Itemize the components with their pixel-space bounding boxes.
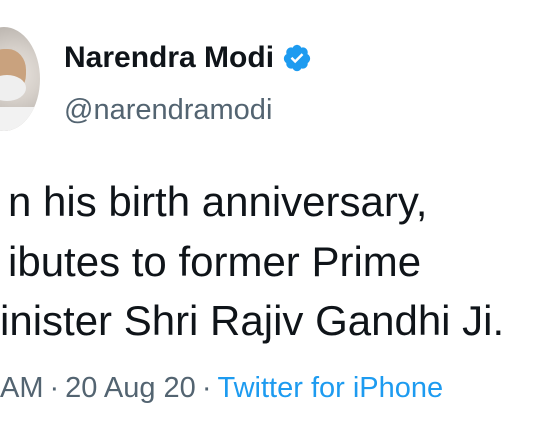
tweet-text-line-2: ibutes to former Prime bbox=[8, 238, 422, 285]
tweet-source-link[interactable]: Twitter for iPhone bbox=[217, 372, 443, 404]
tweet-time[interactable]: AM bbox=[0, 372, 44, 404]
verified-badge-icon bbox=[282, 43, 312, 73]
author-handle[interactable]: @narendramodi bbox=[64, 90, 272, 130]
tweet-meta: AM · 20 Aug 20 · Twitter for iPhone bbox=[0, 368, 443, 408]
avatar[interactable] bbox=[0, 27, 40, 131]
author-name-row[interactable]: Narendra Modi bbox=[64, 38, 312, 78]
tweet-card: Narendra Modi @narendramodi n his birth … bbox=[0, 0, 534, 424]
avatar-clothing bbox=[0, 107, 40, 131]
tweet-date[interactable]: 20 Aug 20 bbox=[65, 372, 196, 404]
meta-separator: · bbox=[201, 372, 212, 404]
meta-separator: · bbox=[49, 372, 60, 404]
author-name[interactable]: Narendra Modi bbox=[64, 38, 274, 78]
tweet-text-line-3: inister Shri Rajiv Gandhi Ji. bbox=[0, 297, 505, 344]
tweet-text-line-1: n his birth anniversary, bbox=[8, 178, 428, 225]
